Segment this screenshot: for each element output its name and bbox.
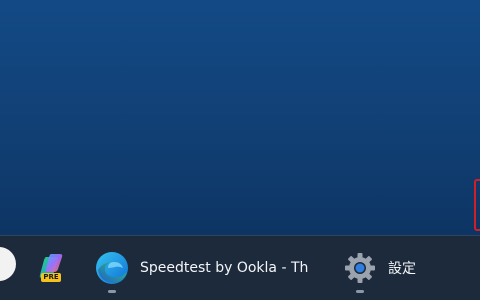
taskbar-copilot-button[interactable]: PRE xyxy=(32,236,72,300)
copilot-icon: PRE xyxy=(37,251,67,285)
start-icon xyxy=(0,247,16,281)
pre-badge: PRE xyxy=(41,273,61,282)
taskbar-edge-speedtest-button[interactable]: Speedtest by Ookla - Th xyxy=(92,236,320,300)
taskbar-app-title: 設定 xyxy=(388,261,416,277)
gear-icon xyxy=(342,250,378,286)
desktop-edge-marker xyxy=(474,179,480,231)
running-indicator xyxy=(108,290,116,293)
running-indicator xyxy=(356,290,364,293)
taskbar-settings-button[interactable]: 設定 xyxy=(340,236,440,300)
taskbar: PRE Speedtest by Ookla - Th 設定 xyxy=(0,235,480,300)
start-button[interactable] xyxy=(0,236,20,300)
desktop: PRE Speedtest by Ookla - Th 設定 xyxy=(0,0,480,300)
edge-icon xyxy=(94,250,130,286)
taskbar-app-title: Speedtest by Ookla - Th xyxy=(140,260,309,276)
